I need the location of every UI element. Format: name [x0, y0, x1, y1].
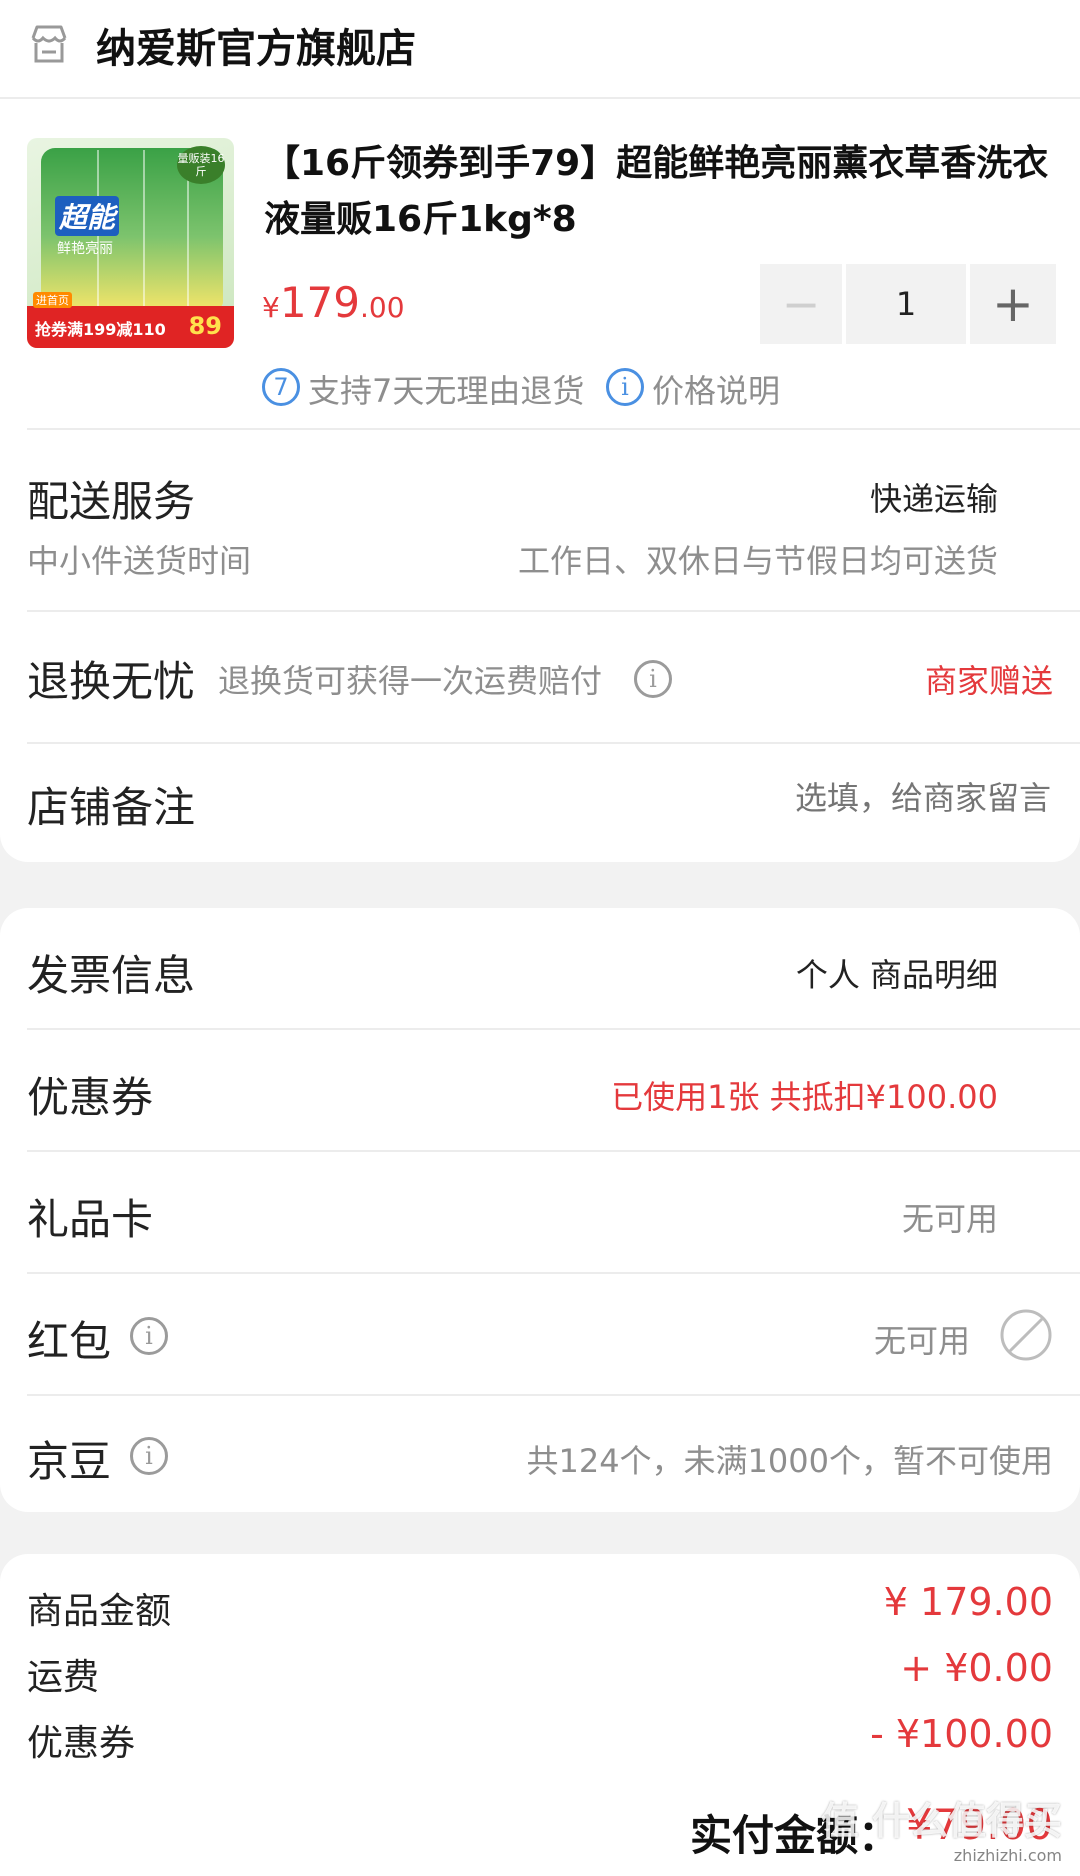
jingdou-label: 京豆 — [27, 1437, 112, 1486]
product-image[interactable]: 超能 鲜艳亮丽 量贩装16斤 进首页 抢券满199减110 89 — [27, 138, 234, 348]
price-int: 179 — [279, 278, 360, 327]
return-policy-text: 支持7天无理由退货 — [308, 372, 585, 410]
image-corner-text: 量贩装16斤 — [177, 146, 225, 184]
returns-desc: 退换货可获得一次运费赔付 — [218, 662, 603, 700]
delivery-label: 配送服务 — [27, 477, 196, 526]
quantity-stepper: − 1 + — [760, 264, 1056, 344]
coupon-label: 优惠券 — [27, 1073, 154, 1122]
coupon-summary-value: - ¥100.00 — [870, 1712, 1053, 1756]
image-sub-text: 鲜艳亮丽 — [57, 241, 113, 257]
quantity-plus-button[interactable]: + — [970, 264, 1056, 344]
red-packet-value: 无可用 — [873, 1322, 970, 1360]
image-brand-text: 超能 — [55, 196, 120, 236]
header-divider — [0, 97, 1080, 99]
price-info-text: 价格说明 — [652, 372, 781, 410]
returns-info-icon[interactable]: i — [634, 660, 672, 698]
promo-text: 抢券满199减110 — [35, 320, 166, 339]
watermark-url: zhizhizhi.com — [953, 1846, 1062, 1865]
red-packet-info-icon[interactable]: i — [130, 1317, 168, 1355]
quantity-input[interactable]: 1 — [846, 264, 966, 344]
coupon-summary-label: 优惠券 — [27, 1723, 136, 1764]
shipping-label: 运费 — [27, 1657, 100, 1698]
goods-amount-value: ¥ 179.00 — [883, 1580, 1053, 1624]
delivery-value: 快递运输 — [869, 480, 998, 518]
jingdou-info-icon[interactable]: i — [130, 1437, 168, 1475]
red-packet-row: 红包 i 无可用 — [0, 1274, 1080, 1394]
quantity-value: 1 — [895, 285, 917, 323]
product-title[interactable]: 【16斤领券到手79】超能鲜艳亮丽薰衣草香洗衣液量贩16斤1kg*8 — [264, 136, 1054, 248]
bottle-divider-2 — [143, 150, 145, 308]
return-policy-tag[interactable]: 7 支持7天无理由退货 — [262, 366, 592, 410]
product-price: ¥179.00 — [262, 278, 405, 327]
store-icon — [27, 22, 71, 66]
disabled-toggle-icon[interactable] — [999, 1308, 1053, 1362]
returns-row[interactable]: 退换无忧 退换货可获得一次运费赔付 i 商家赠送 — [0, 612, 1080, 742]
order-shop-card: 纳爱斯官方旗舰店 超能 鲜艳亮丽 量贩装16斤 进首页 抢券满199减110 8… — [0, 0, 1080, 862]
order-options-card: 发票信息 个人 商品明细 优惠券 已使用1张 共抵扣¥100.00 礼品卡 无可… — [0, 908, 1080, 1512]
invoice-label: 发票信息 — [27, 951, 196, 1000]
shop-note-row: 店铺备注 — [0, 744, 1080, 862]
promo-price: 89 — [188, 312, 222, 340]
gift-card-value: 无可用 — [901, 1200, 998, 1238]
shop-header[interactable]: 纳爱斯官方旗舰店 — [0, 0, 1080, 98]
shop-note-input[interactable] — [549, 774, 1053, 822]
jingdou-row: 京豆 i 共124个，未满1000个，暂不可使用 — [0, 1396, 1080, 1512]
gift-card-row[interactable]: 礼品卡 无可用 — [0, 1152, 1080, 1272]
delivery-time-label: 中小件送货时间 — [27, 542, 252, 580]
returns-label: 退换无忧 — [27, 657, 196, 706]
returns-value: 商家赠送 — [924, 662, 1053, 700]
minus-icon: − — [781, 277, 821, 331]
shipping-value: + ¥0.00 — [900, 1646, 1053, 1690]
delivery-row[interactable]: 配送服务 快递运输 中小件送货时间 工作日、双休日与节假日均可送货 — [0, 430, 1080, 610]
order-summary-card: 商品金额 ¥ 179.00 运费 + ¥0.00 优惠券 - ¥100.00 实… — [0, 1554, 1080, 1876]
price-dec: .00 — [360, 291, 405, 324]
shop-note-label: 店铺备注 — [27, 783, 196, 832]
goods-amount-label: 商品金额 — [27, 1591, 172, 1632]
promo-tag: 进首页 — [33, 292, 72, 308]
red-packet-label: 红包 — [27, 1317, 112, 1366]
watermark-text: 值 什么值得买 — [820, 1799, 1062, 1843]
shop-name: 纳爱斯官方旗舰店 — [96, 26, 416, 72]
price-symbol: ¥ — [262, 291, 280, 324]
quantity-minus-button[interactable]: − — [760, 264, 842, 344]
coupon-value: 已使用1张 共抵扣¥100.00 — [611, 1078, 998, 1116]
price-info-tag[interactable]: i 价格说明 — [606, 366, 806, 410]
invoice-value: 个人 商品明细 — [795, 956, 998, 994]
info-icon: i — [606, 368, 644, 406]
return-7day-icon: 7 — [262, 368, 300, 406]
coupon-row[interactable]: 优惠券 已使用1张 共抵扣¥100.00 — [0, 1030, 1080, 1150]
invoice-row[interactable]: 发票信息 个人 商品明细 — [0, 908, 1080, 1028]
delivery-time-value: 工作日、双休日与节假日均可送货 — [517, 542, 998, 580]
jingdou-value: 共124个，未满1000个，暂不可使用 — [526, 1442, 1053, 1480]
promo-strip: 进首页 抢券满199减110 89 — [27, 292, 234, 348]
plus-icon: + — [992, 275, 1034, 333]
gift-card-label: 礼品卡 — [27, 1195, 154, 1244]
